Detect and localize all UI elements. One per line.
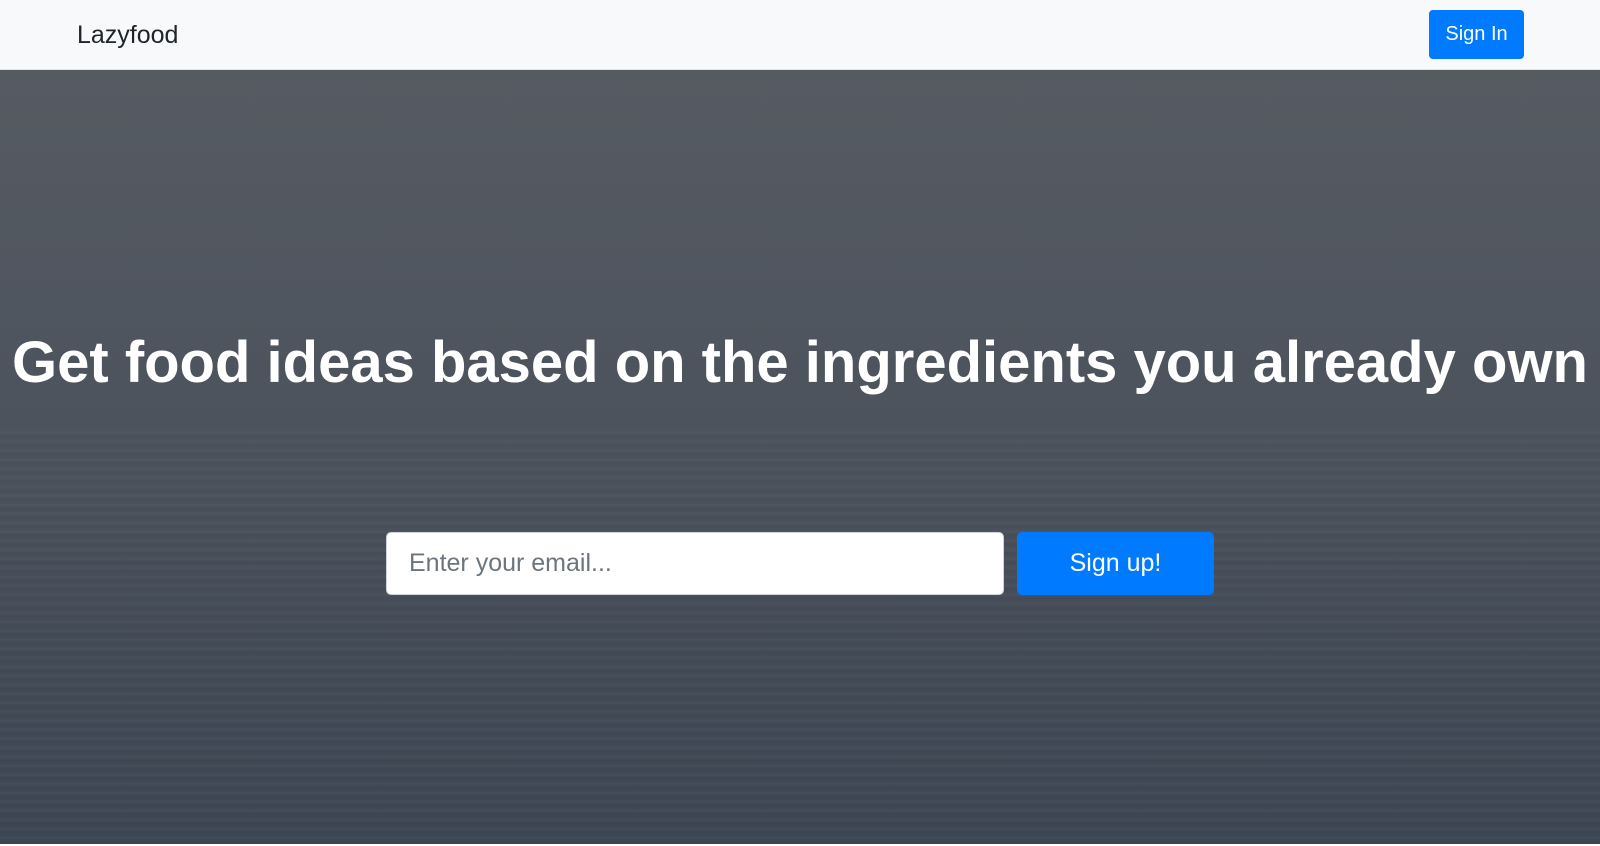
- sign-in-button[interactable]: Sign In: [1429, 10, 1524, 59]
- top-navbar: Lazyfood Sign In: [0, 0, 1600, 70]
- sign-up-button[interactable]: Sign up!: [1017, 532, 1214, 595]
- hero-background-image: [0, 430, 1600, 846]
- hero-headline: Get food ideas based on the ingredients …: [12, 330, 1588, 395]
- email-input[interactable]: [386, 532, 1004, 595]
- brand-logo-link[interactable]: Lazyfood: [77, 0, 178, 70]
- hero-section: Get food ideas based on the ingredients …: [0, 70, 1600, 846]
